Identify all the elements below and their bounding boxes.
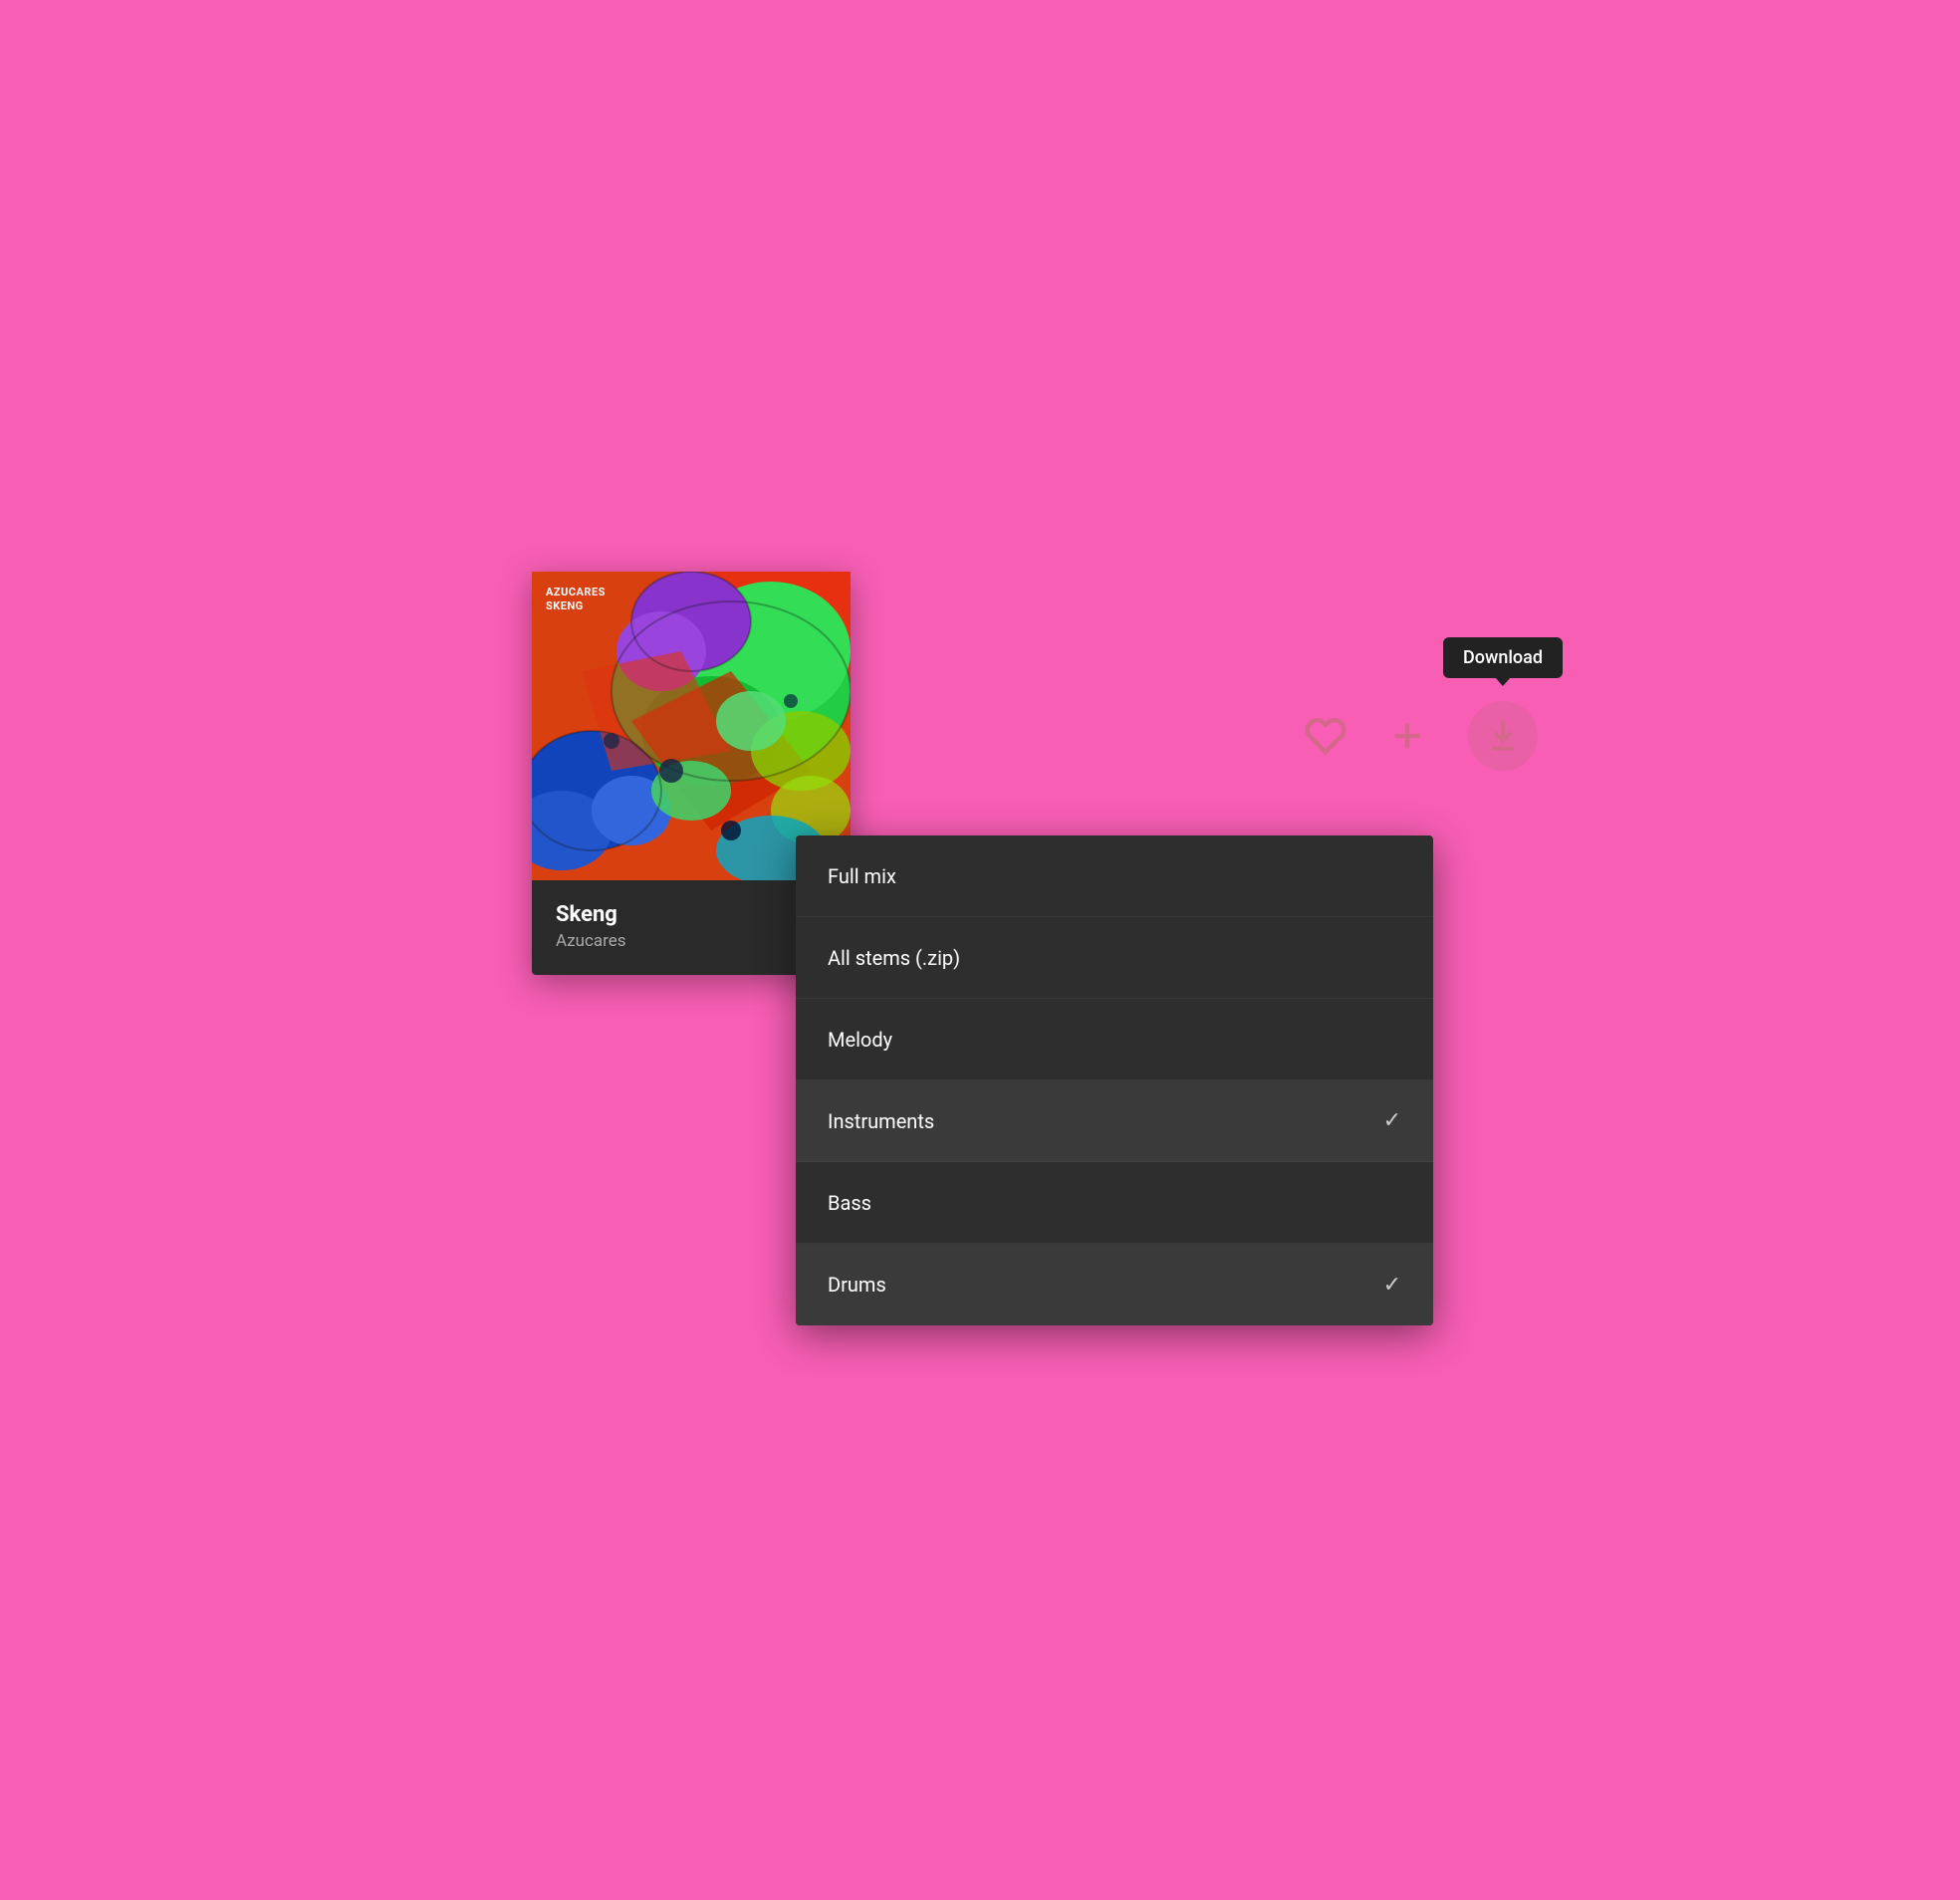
- heart-icon: [1305, 715, 1347, 757]
- download-button-container[interactable]: Download: [1468, 701, 1538, 771]
- menu-item-label: Instruments: [828, 1109, 934, 1133]
- label-line2: SKENG: [546, 599, 606, 613]
- menu-item[interactable]: Melody: [796, 999, 1433, 1080]
- artwork-svg: [532, 572, 851, 880]
- download-button[interactable]: [1484, 717, 1522, 755]
- menu-item-label: All stems (.zip): [828, 946, 960, 970]
- menu-item[interactable]: Instruments ✓: [796, 1080, 1433, 1162]
- download-tooltip: Download: [1443, 637, 1563, 678]
- checkmark-icon: ✓: [1383, 1273, 1401, 1298]
- menu-item[interactable]: Full mix: [796, 835, 1433, 917]
- checkmark-icon: ✓: [1383, 1108, 1401, 1133]
- main-scene: AZUCARES SKENG Skeng Azucares Download: [532, 572, 1428, 1328]
- menu-item[interactable]: Drums ✓: [796, 1244, 1433, 1325]
- action-icons: Download: [1305, 701, 1538, 771]
- like-button[interactable]: [1305, 715, 1347, 757]
- album-artwork: AZUCARES SKENG: [532, 572, 851, 880]
- label-line1: AZUCARES: [546, 586, 606, 599]
- artwork-label: AZUCARES SKENG: [546, 586, 606, 614]
- menu-item-label: Bass: [828, 1191, 871, 1215]
- album-artist: Azucares: [556, 931, 827, 951]
- menu-item-label: Full mix: [828, 864, 896, 888]
- menu-item-label: Melody: [828, 1028, 892, 1052]
- download-icon: [1484, 717, 1522, 755]
- download-dropdown: Full mix All stems (.zip) Melody Instrument…: [796, 835, 1433, 1325]
- menu-item[interactable]: All stems (.zip): [796, 917, 1433, 999]
- menu-item-label: Drums: [828, 1273, 886, 1297]
- plus-icon: [1386, 715, 1428, 757]
- album-title: Skeng: [556, 902, 827, 927]
- tooltip-text: Download: [1463, 647, 1543, 668]
- menu-item[interactable]: Bass: [796, 1162, 1433, 1244]
- add-button[interactable]: [1386, 715, 1428, 757]
